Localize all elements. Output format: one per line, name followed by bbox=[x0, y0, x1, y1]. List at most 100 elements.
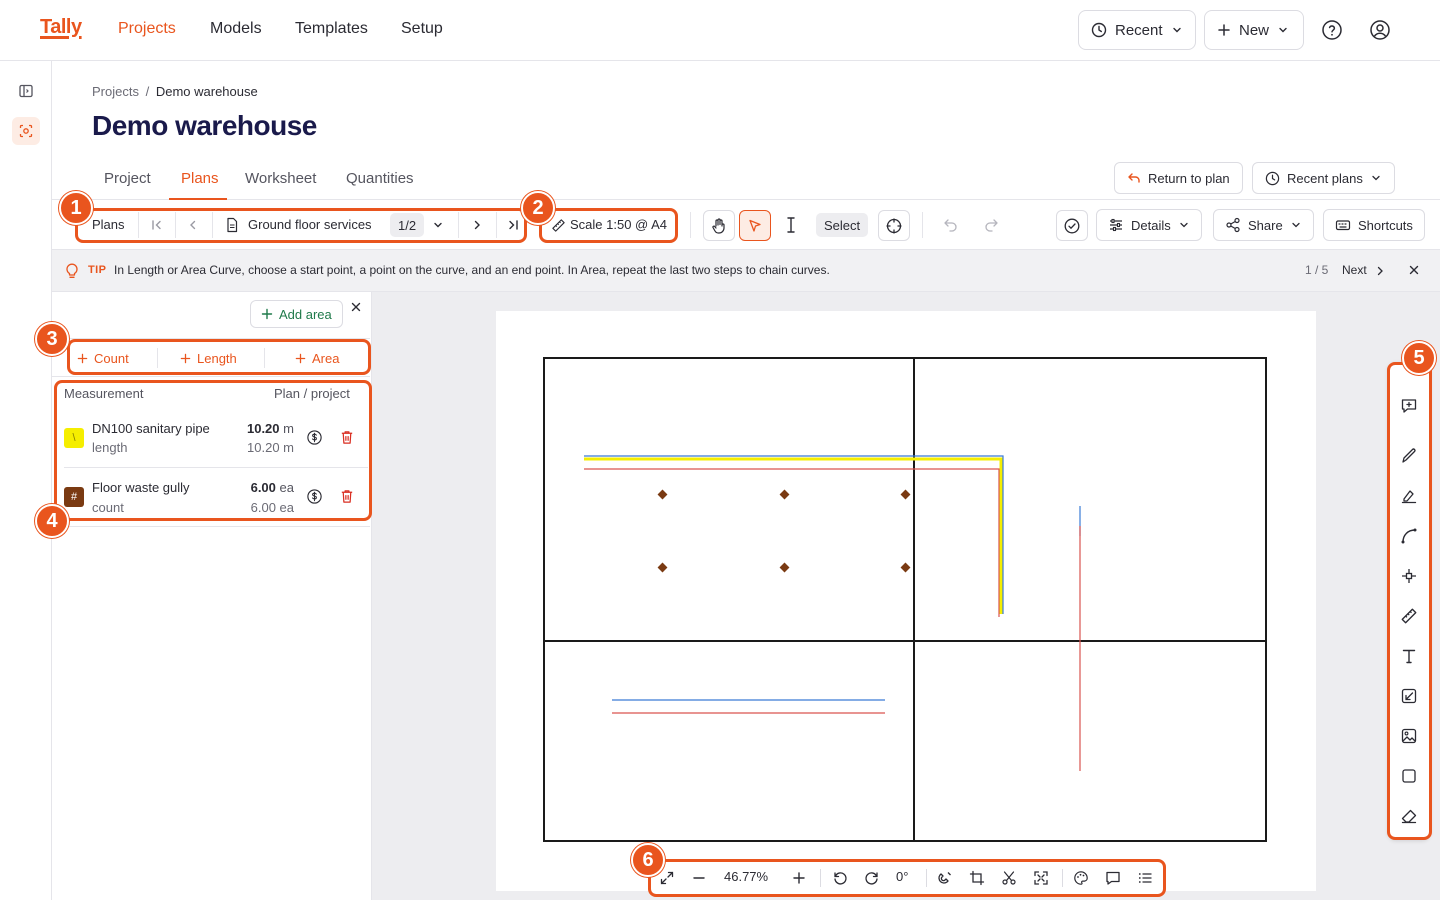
nav-models[interactable]: Models bbox=[210, 20, 262, 38]
callout-highlight-scale bbox=[539, 208, 678, 243]
return-arrow-icon bbox=[1127, 171, 1141, 185]
clock-icon bbox=[1091, 22, 1107, 38]
nav-setup[interactable]: Setup bbox=[401, 20, 443, 38]
nav-projects[interactable]: Projects bbox=[118, 20, 176, 38]
pan-tool-button[interactable] bbox=[703, 210, 735, 241]
tab-quantities[interactable]: Quantities bbox=[346, 170, 414, 187]
tab-project[interactable]: Project bbox=[104, 170, 151, 187]
check-button[interactable] bbox=[1056, 210, 1088, 241]
select-mode-label[interactable]: Select bbox=[816, 213, 869, 237]
callout-highlight-measure-tabs bbox=[67, 339, 371, 375]
share-icon bbox=[1225, 217, 1241, 233]
user-circle-icon[interactable] bbox=[1368, 18, 1392, 42]
text-cursor-icon[interactable] bbox=[779, 213, 803, 237]
cursor-arrow-icon bbox=[747, 218, 763, 234]
help-circle-icon[interactable] bbox=[1320, 18, 1344, 42]
callout-highlight-plan-navigator bbox=[75, 208, 527, 243]
plus-icon bbox=[1217, 23, 1231, 37]
callout-highlight-measurement-list bbox=[54, 380, 372, 521]
select-tool-button[interactable] bbox=[739, 210, 771, 241]
breadcrumb-projects[interactable]: Projects bbox=[92, 84, 139, 99]
chevron-down-icon bbox=[1290, 219, 1302, 231]
chevron-down-icon bbox=[1277, 24, 1289, 36]
return-to-plan-button[interactable]: Return to plan bbox=[1114, 162, 1243, 194]
return-to-plan-label: Return to plan bbox=[1148, 170, 1230, 186]
chevron-down-icon bbox=[1171, 24, 1183, 36]
panel-divider bbox=[52, 376, 370, 377]
chevron-down-icon bbox=[1178, 219, 1190, 231]
recent-plans-button[interactable]: Recent plans bbox=[1252, 162, 1395, 194]
floor-waste-gully-marker bbox=[779, 489, 790, 500]
check-circle-icon bbox=[1063, 217, 1081, 235]
keyboard-icon bbox=[1335, 217, 1351, 233]
hand-icon bbox=[710, 217, 728, 235]
breadcrumb: Projects / Demo warehouse bbox=[92, 84, 258, 99]
add-area-button[interactable]: Add area bbox=[250, 300, 343, 328]
recent-plans-label: Recent plans bbox=[1287, 170, 1363, 186]
top-navigation: Tally Projects Models Templates Setup Re… bbox=[0, 0, 1440, 61]
new-button[interactable]: New bbox=[1204, 10, 1304, 50]
add-area-label: Add area bbox=[279, 306, 332, 322]
tip-bar: TIP In Length or Area Curve, choose a st… bbox=[52, 250, 1440, 292]
callout-highlight-tool-palette bbox=[1387, 362, 1432, 840]
breadcrumb-separator: / bbox=[145, 84, 150, 99]
scan-target-icon bbox=[18, 123, 34, 139]
app-logo[interactable]: Tally bbox=[40, 16, 82, 39]
nav-templates[interactable]: Templates bbox=[295, 20, 368, 38]
floor-waste-gully-marker bbox=[900, 562, 911, 573]
callout-badge-3: 3 bbox=[35, 322, 69, 356]
callout-badge-5: 5 bbox=[1402, 341, 1436, 375]
close-icon[interactable] bbox=[1408, 264, 1420, 276]
floor-waste-gully-marker bbox=[900, 489, 911, 500]
crosshair-button[interactable] bbox=[878, 210, 910, 241]
callout-badge-4: 4 bbox=[35, 504, 69, 538]
plan-sheet[interactable] bbox=[496, 311, 1316, 891]
plan-drawing[interactable] bbox=[496, 311, 1316, 891]
recent-label: Recent bbox=[1115, 21, 1163, 39]
share-button[interactable]: Share bbox=[1213, 209, 1314, 241]
building-outline bbox=[543, 357, 1267, 842]
sanitary-pipe-yellow bbox=[584, 457, 1003, 614]
plan-canvas[interactable] bbox=[372, 292, 1440, 900]
redo-icon[interactable] bbox=[979, 213, 1003, 237]
toolbar-divider bbox=[690, 212, 691, 238]
sliders-icon bbox=[1108, 217, 1124, 233]
chevron-right-icon[interactable] bbox=[1375, 265, 1385, 277]
left-rail bbox=[0, 61, 52, 900]
tab-plans[interactable]: Plans bbox=[181, 170, 219, 187]
callout-badge-2: 2 bbox=[521, 191, 555, 225]
recent-button[interactable]: Recent bbox=[1078, 10, 1196, 50]
crosshair-icon bbox=[885, 217, 903, 235]
callout-highlight-canvas-controls bbox=[648, 859, 1166, 897]
tip-text: In Length or Area Curve, choose a start … bbox=[114, 263, 830, 277]
callout-badge-6: 6 bbox=[631, 843, 665, 877]
pipe-red-upper bbox=[584, 468, 1000, 617]
lightbulb-icon bbox=[65, 262, 79, 279]
sidebar-toggle-button[interactable] bbox=[12, 77, 40, 105]
callout-badge-1: 1 bbox=[59, 191, 93, 225]
new-label: New bbox=[1239, 21, 1270, 39]
share-label: Share bbox=[1248, 217, 1283, 233]
floor-waste-gully-marker bbox=[779, 562, 790, 573]
chevron-down-icon bbox=[1370, 172, 1382, 184]
rail-takeoff-button[interactable] bbox=[12, 117, 40, 145]
tip-label: TIP bbox=[88, 264, 107, 276]
floor-waste-gully-marker bbox=[657, 562, 668, 573]
breadcrumb-current: Demo warehouse bbox=[155, 84, 258, 99]
plus-icon bbox=[261, 308, 273, 320]
details-button[interactable]: Details bbox=[1096, 209, 1202, 241]
pipe-blue-upper bbox=[584, 455, 1004, 614]
tip-next-button[interactable]: Next bbox=[1342, 263, 1367, 277]
floor-waste-gully-marker bbox=[657, 489, 668, 500]
close-icon[interactable] bbox=[350, 301, 362, 313]
toolbar-divider bbox=[922, 212, 923, 238]
shortcuts-label: Shortcuts bbox=[1358, 217, 1413, 233]
page-title: Demo warehouse bbox=[92, 110, 317, 141]
details-label: Details bbox=[1131, 217, 1171, 233]
undo-icon[interactable] bbox=[939, 213, 963, 237]
row-divider bbox=[52, 526, 370, 527]
panel-toggle-icon bbox=[18, 83, 34, 99]
tab-worksheet[interactable]: Worksheet bbox=[245, 170, 316, 187]
clock-icon bbox=[1265, 171, 1280, 186]
shortcuts-button[interactable]: Shortcuts bbox=[1323, 209, 1425, 241]
